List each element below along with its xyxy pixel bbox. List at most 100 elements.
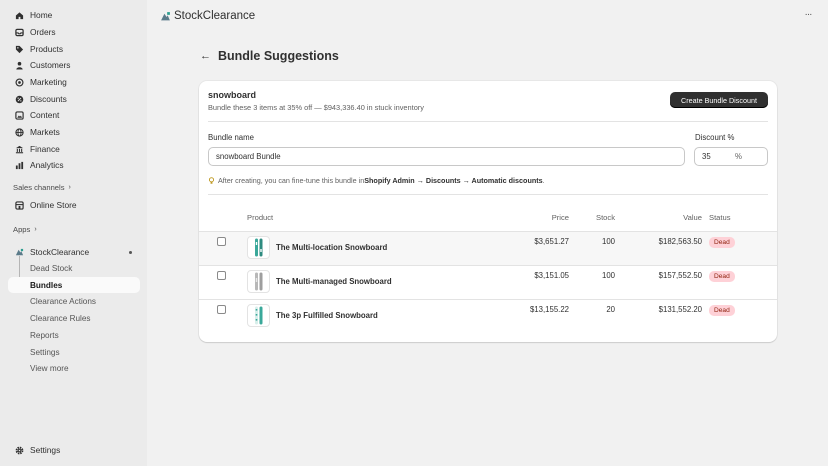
app-title: StockClearance (160, 10, 255, 22)
product-value: $182,563.50 (658, 237, 702, 246)
sidebar-item-label: Marketing (30, 77, 67, 87)
sidebar-subitem-bundles[interactable]: Bundles (8, 277, 140, 293)
snowboard-image (254, 238, 262, 257)
sidebar-item-markets[interactable]: Markets (8, 124, 140, 140)
sales-channels-label: Sales channels (13, 183, 65, 192)
column-header-value: Value (683, 213, 702, 222)
sidebar-item-content[interactable]: Content (8, 107, 140, 123)
row-checkbox[interactable] (217, 271, 226, 280)
product-name[interactable]: The Multi-managed Snowboard (276, 277, 392, 286)
product-thumbnail (247, 304, 270, 327)
sidebar-item-label: StockClearance (30, 247, 90, 257)
product-name[interactable]: The Multi-location Snowboard (276, 243, 387, 252)
sidebar-subitem-clearance-rules[interactable]: Clearance Rules (8, 310, 140, 326)
sidebar: Home Orders Products Customers Marketing… (0, 0, 147, 466)
row-checkbox[interactable] (217, 237, 226, 246)
chevron-right-icon: › (68, 184, 71, 191)
hint-path: Shopify Admin → Discounts → Automatic di… (364, 176, 543, 185)
hint-prefix: After creating, you can fine-tune this b… (218, 176, 365, 185)
sidebar-item-label: Orders (30, 27, 56, 37)
product-price: $3,151.05 (534, 271, 569, 280)
tag-icon (15, 45, 24, 54)
divider (208, 194, 768, 195)
create-bundle-discount-button[interactable]: Create Bundle Discount (670, 92, 768, 108)
sidebar-item-label: Products (30, 44, 64, 54)
hint-text: After creating, you can fine-tune this b… (208, 176, 545, 185)
bundle-card-subtitle: Bundle these 3 items at 35% off — $943,3… (208, 103, 424, 112)
divider (208, 121, 768, 122)
sidebar-subitem-dead-stock[interactable]: Dead Stock (8, 260, 140, 276)
sidebar-item-label: Customers (30, 60, 71, 70)
product-thumbnail (247, 270, 270, 293)
product-name[interactable]: The 3p Fulfilled Snowboard (276, 311, 378, 320)
target-icon (15, 77, 24, 87)
product-price: $13,155.22 (529, 305, 569, 314)
sidebar-item-analytics[interactable]: Analytics (8, 157, 140, 173)
sidebar-item-finance[interactable]: Finance (8, 141, 140, 157)
sidebar-subitem-view-more[interactable]: View more (8, 360, 140, 376)
sidebar-item-home[interactable]: Home (8, 7, 140, 23)
row-divider (199, 231, 777, 232)
sidebar-item-discounts[interactable]: Discounts (8, 91, 140, 107)
product-stock: 100 (601, 237, 615, 246)
product-thumbnail (247, 236, 270, 259)
sidebar-item-label: Home (30, 10, 53, 20)
sidebar-item-settings[interactable]: Settings (8, 442, 140, 458)
bank-icon (15, 145, 24, 154)
gear-icon (15, 446, 24, 455)
product-value: $131,552.20 (658, 305, 702, 314)
discount-icon (15, 95, 24, 104)
chart-icon (15, 161, 24, 170)
sidebar-item-marketing[interactable]: Marketing (8, 74, 140, 90)
bundle-name-input[interactable]: snowboard Bundle (208, 147, 685, 166)
column-header-status: Status (709, 213, 731, 222)
column-header-stock: Stock (596, 213, 615, 222)
row-divider (199, 265, 777, 266)
sidebar-item-stockclearance[interactable]: StockClearance (8, 244, 140, 260)
sidebar-item-label: Settings (30, 445, 61, 455)
sidebar-subitem-settings[interactable]: Settings (8, 344, 140, 360)
table-row[interactable]: The Multi-managed Snowboard $3,151.05 10… (199, 265, 777, 299)
sidebar-subitem-reports[interactable]: Reports (8, 327, 140, 343)
back-arrow-icon[interactable]: ← (200, 50, 212, 62)
orders-icon (15, 28, 24, 37)
sidebar-item-customers[interactable]: Customers (8, 57, 140, 73)
sales-channels-header[interactable]: Sales channels › (13, 183, 71, 192)
row-checkbox[interactable] (217, 305, 226, 314)
apps-label: Apps (13, 225, 31, 234)
table-row[interactable]: The 3p Fulfilled Snowboard $13,155.22 20… (199, 299, 777, 333)
discount-percent-label: Discount % (695, 133, 735, 142)
column-header-price: Price (551, 213, 569, 222)
store-icon (15, 200, 24, 210)
status-badge: Dead (709, 271, 735, 282)
discount-percent-input[interactable]: 35 (694, 147, 768, 166)
page-title: Bundle Suggestions (218, 49, 339, 63)
bundle-card: snowboard Bundle these 3 items at 35% of… (199, 81, 777, 342)
row-divider (199, 299, 777, 300)
table-row[interactable]: The Multi-location Snowboard $3,651.27 1… (199, 231, 777, 265)
sidebar-item-label: Discounts (30, 94, 67, 104)
product-price: $3,651.27 (534, 237, 569, 246)
home-icon (15, 11, 24, 20)
lightbulb-icon (209, 176, 214, 184)
percent-suffix: % (735, 152, 742, 161)
sidebar-item-label: Analytics (30, 160, 64, 170)
status-badge: Dead (709, 305, 735, 316)
sidebar-item-orders[interactable]: Orders (8, 24, 140, 40)
globe-icon (15, 127, 24, 137)
status-badge: Dead (709, 237, 735, 248)
column-header-product: Product (247, 213, 274, 222)
bundle-name-label: Bundle name (208, 133, 254, 142)
sidebar-item-label: Content (30, 110, 60, 120)
person-icon (15, 61, 24, 70)
content-icon (15, 110, 24, 120)
discount-value: 35 (702, 152, 711, 161)
more-actions-button[interactable]: ··· (801, 10, 815, 24)
sidebar-subitem-clearance-actions[interactable]: Clearance Actions (8, 293, 140, 309)
sidebar-item-label: Online Store (30, 200, 77, 210)
hint-suffix: . (542, 176, 545, 185)
app-title-text: StockClearance (174, 10, 256, 22)
sidebar-item-products[interactable]: Products (8, 41, 140, 57)
apps-header[interactable]: Apps › (13, 225, 37, 234)
sidebar-item-online-store[interactable]: Online Store (8, 197, 140, 213)
